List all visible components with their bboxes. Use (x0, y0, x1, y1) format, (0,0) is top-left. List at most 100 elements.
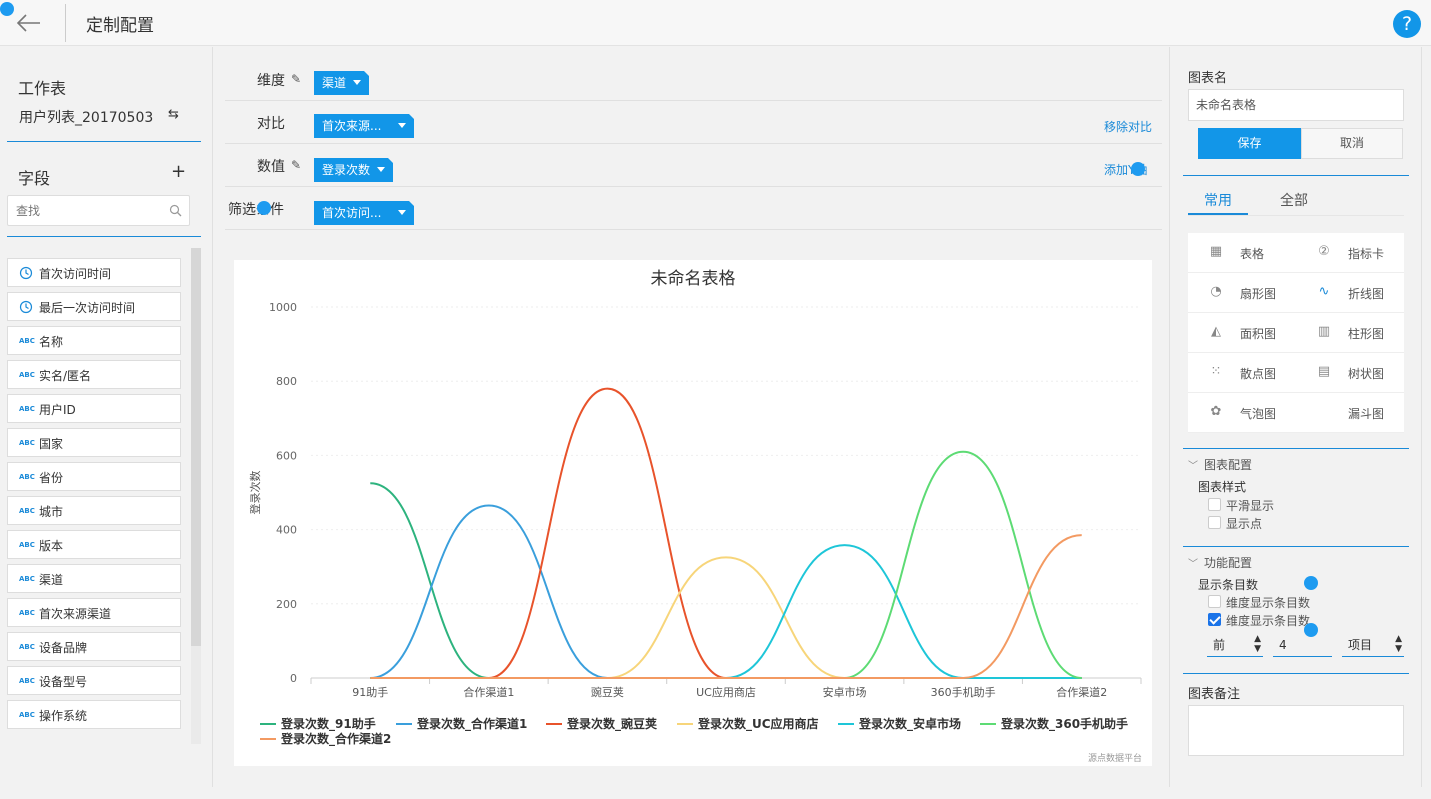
chart-type-line-chart[interactable]: ∿ 折线图 (1296, 273, 1404, 313)
chart-type-pie-chart[interactable]: ◔ 扇形图 (1188, 273, 1296, 313)
field-label: 实名/匿名 (39, 369, 92, 383)
select-arrows-icon: ▲ ▼ (1395, 634, 1402, 654)
show-points-checkbox[interactable] (1208, 516, 1221, 529)
field-item[interactable]: ABC 国家 (7, 428, 181, 457)
smooth-checkbox[interactable] (1208, 498, 1221, 511)
remove-compare-link[interactable]: 移除对比 (1104, 118, 1152, 135)
chart-note-textarea[interactable] (1188, 705, 1404, 756)
dim-count-checkbox-1[interactable] (1208, 595, 1221, 608)
top-bar: 定制配置 ? (0, 0, 1431, 46)
kpi-card-icon: ② (1318, 244, 1330, 259)
field-label: 省份 (39, 471, 64, 485)
tree-chart-icon: ▤ (1317, 364, 1331, 379)
text-type-icon: ABC (19, 609, 35, 617)
chart-type-bubble-chart[interactable]: ✿ 气泡图 (1188, 393, 1296, 433)
save-button[interactable]: 保存 (1198, 128, 1301, 159)
search-input[interactable] (8, 196, 158, 225)
field-item[interactable]: ABC 版本 (7, 530, 181, 559)
field-search[interactable] (7, 195, 190, 226)
chart-type-bar-chart[interactable]: ▥ 柱形图 (1296, 313, 1404, 353)
func-config-toggle[interactable]: ﹀ 功能配置 (1188, 554, 1252, 571)
chart-name-title: 图表名 (1188, 71, 1228, 86)
field-label: 最后一次访问时间 (39, 301, 136, 315)
field-list-scrollbar[interactable] (191, 248, 201, 744)
compare-label: 对比 (257, 116, 285, 132)
series-line-3 (370, 556, 1082, 679)
order-select[interactable]: 前 ▲ ▼ (1207, 633, 1263, 657)
legend-label: 登录次数_91助手 (280, 716, 376, 732)
compare-pill[interactable]: 首次来源... (314, 114, 414, 138)
field-label: 国家 (39, 437, 64, 451)
fields-title: 字段 (18, 169, 51, 188)
count-input[interactable]: 4 (1273, 633, 1332, 657)
field-item[interactable]: 最后一次访问时间 (7, 292, 181, 321)
text-type-icon: ABC (19, 643, 35, 651)
chart-type-label: 扇形图 (1240, 287, 1277, 301)
field-label: 首次来源渠道 (39, 607, 112, 621)
text-type-icon: ABC (19, 473, 35, 481)
scroll-thumb[interactable] (191, 248, 201, 646)
dimension-pill-label: 渠道 (322, 76, 347, 90)
field-item[interactable]: ABC 用户ID (7, 394, 181, 423)
right-panel: 图表名 未命名表格 保存 取消 常用 全部 ▦ 表格 ② 指标卡 ◔ 扇形图 ∿ 折线图 ◭ 面积… (1169, 47, 1422, 787)
clock-icon (19, 266, 33, 280)
filter-pill[interactable]: 首次访问... (314, 201, 414, 225)
measure-label: 数值 (257, 159, 285, 175)
chart-type-label: 漏斗图 (1348, 407, 1385, 421)
field-item[interactable]: ABC 省份 (7, 462, 181, 491)
chart-name-input[interactable]: 未命名表格 (1188, 89, 1404, 121)
chart-note-title: 图表备注 (1188, 687, 1241, 702)
chart-type-kpi-card[interactable]: ② 指标卡 (1296, 233, 1404, 273)
edit-measure-icon[interactable]: ✎ (291, 158, 301, 172)
worksheet-name: 用户列表_20170503 (19, 110, 154, 126)
field-item[interactable]: ABC 设备品牌 (7, 632, 181, 661)
cursor-marker (1304, 576, 1318, 590)
y-tick-label: 800 (276, 375, 297, 388)
show-points-label: 显示点 (1226, 517, 1263, 531)
dimension-pill[interactable]: 渠道 (314, 71, 369, 95)
text-type-icon: ABC (19, 371, 35, 379)
field-item[interactable]: ABC 渠道 (7, 564, 181, 593)
field-item[interactable]: ABC 实名/匿名 (7, 360, 181, 389)
tab-common[interactable]: 常用 (1204, 190, 1232, 210)
field-item[interactable]: 首次访问时间 (7, 258, 181, 287)
display-count-title: 显示条目数 (1198, 578, 1259, 592)
field-label: 设备型号 (39, 675, 88, 689)
field-label: 用户ID (39, 403, 76, 417)
chart-type-table[interactable]: ▦ 表格 (1188, 233, 1296, 273)
divider (7, 236, 201, 237)
swap-icon[interactable]: ⇆ (168, 107, 179, 122)
back-arrow-icon (16, 14, 40, 32)
chart-type-label: 指标卡 (1348, 247, 1385, 261)
funnel-chart-icon (1316, 404, 1332, 420)
dimension-label: 维度 (257, 73, 285, 89)
unit-select[interactable]: 项目 ▲ ▼ (1342, 633, 1404, 657)
chart-style-title: 图表样式 (1198, 480, 1247, 494)
edit-dimension-icon[interactable]: ✎ (291, 72, 301, 86)
tab-all[interactable]: 全部 (1280, 190, 1308, 210)
field-item[interactable]: ABC 城市 (7, 496, 181, 525)
field-label: 名称 (39, 335, 64, 349)
chart-type-funnel-chart[interactable]: 漏斗图 (1296, 393, 1404, 433)
field-item[interactable]: ABC 操作系统 (7, 700, 181, 729)
smooth-label: 平滑显示 (1226, 499, 1275, 513)
chart-config-toggle[interactable]: ﹀ 图表配置 (1188, 456, 1252, 473)
chart-type-tree-chart[interactable]: ▤ 树状图 (1296, 353, 1404, 393)
back-button[interactable] (14, 10, 44, 36)
x-tick-label: 91助手 (352, 685, 388, 699)
dropdown-icon (377, 167, 385, 172)
y-tick-label: 0 (290, 672, 297, 685)
field-item[interactable]: ABC 首次来源渠道 (7, 598, 181, 627)
measure-pill[interactable]: 登录次数 (314, 158, 393, 182)
cancel-button[interactable]: 取消 (1301, 128, 1403, 159)
dim-count-checkbox-2[interactable] (1208, 613, 1221, 626)
chart-type-scatter-chart[interactable]: ⁙ 散点图 (1188, 353, 1296, 393)
filter-label: 筛选条件 (228, 202, 284, 218)
chart-type-area-chart[interactable]: ◭ 面积图 (1188, 313, 1296, 353)
help-button[interactable]: ? (1393, 10, 1421, 38)
y-axis-label: 登录次数 (248, 471, 262, 515)
field-item[interactable]: ABC 名称 (7, 326, 181, 355)
field-item[interactable]: ABC 设备型号 (7, 666, 181, 695)
add-field-icon[interactable]: + (171, 161, 186, 182)
x-tick-label: 合作渠道1 (463, 685, 514, 699)
